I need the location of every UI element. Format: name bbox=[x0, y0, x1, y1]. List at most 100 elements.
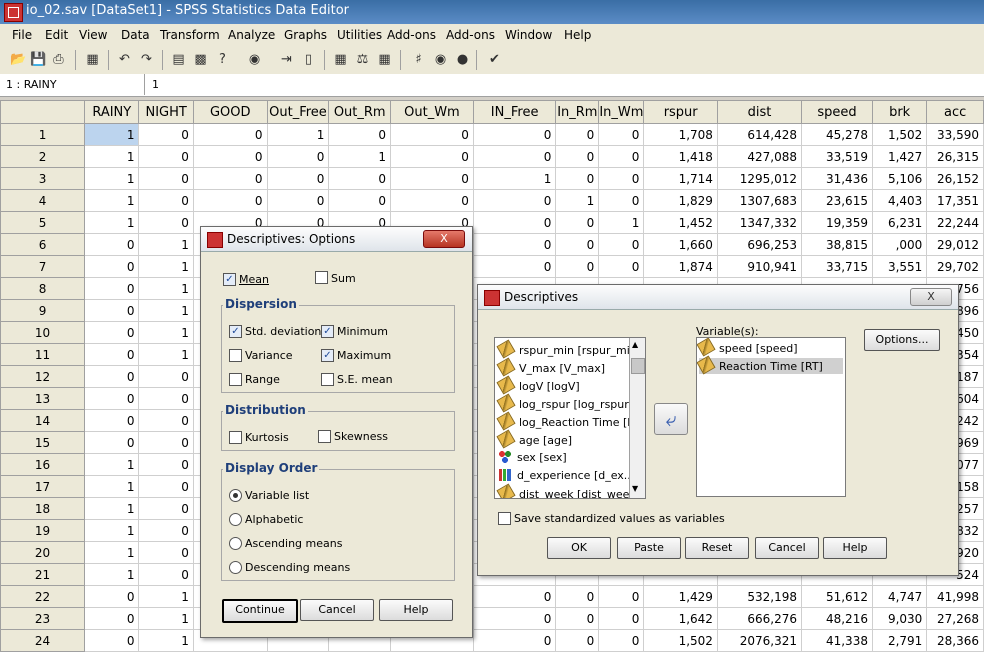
row-number[interactable]: 13 bbox=[0, 387, 86, 410]
column-header[interactable]: RAINY bbox=[84, 100, 140, 124]
data-cell[interactable]: 0 bbox=[84, 343, 140, 366]
data-cell[interactable]: 1 bbox=[84, 519, 140, 542]
data-cell[interactable]: 1 bbox=[138, 277, 194, 300]
data-cell[interactable]: 1,429 bbox=[643, 585, 718, 608]
minimum-checkbox[interactable]: ✓ bbox=[321, 325, 334, 338]
data-cell[interactable]: 1 bbox=[84, 475, 140, 498]
goto-case-icon[interactable]: ▤ bbox=[170, 51, 187, 68]
row-number[interactable]: 8 bbox=[0, 277, 86, 300]
data-cell[interactable]: 0 bbox=[192, 145, 268, 168]
data-cell[interactable]: 0 bbox=[138, 167, 194, 190]
data-cell[interactable]: 0 bbox=[472, 123, 557, 146]
row-number[interactable]: 3 bbox=[0, 167, 86, 190]
column-header[interactable]: IN_Free bbox=[472, 100, 557, 124]
kurtosis-checkbox[interactable] bbox=[229, 431, 242, 444]
data-cell[interactable]: 0 bbox=[472, 629, 557, 652]
row-number[interactable]: 21 bbox=[0, 563, 86, 586]
open-folder-icon[interactable]: 📂 bbox=[10, 51, 27, 68]
data-cell[interactable]: 28,366 bbox=[926, 629, 984, 652]
data-cell[interactable]: 1 bbox=[138, 629, 194, 652]
row-number[interactable]: 1 bbox=[0, 123, 86, 146]
data-cell[interactable]: 1,642 bbox=[643, 607, 718, 630]
data-cell[interactable]: 0 bbox=[390, 123, 474, 146]
options-help-button[interactable]: Help bbox=[379, 599, 453, 621]
data-cell[interactable]: 0 bbox=[598, 123, 645, 146]
data-cell[interactable]: 0 bbox=[555, 607, 600, 630]
data-cell[interactable]: 1 bbox=[138, 321, 194, 344]
data-cell[interactable]: 38,815 bbox=[801, 233, 873, 256]
variables-info-icon[interactable]: ? bbox=[214, 51, 231, 68]
source-variable-item[interactable]: logV [logV] bbox=[496, 375, 580, 395]
insert-variable-icon[interactable]: ▯ bbox=[300, 51, 317, 68]
data-cell[interactable]: 0 bbox=[138, 563, 194, 586]
data-cell[interactable]: 532,198 bbox=[716, 585, 803, 608]
skewness-checkbox[interactable] bbox=[318, 430, 331, 443]
data-cell[interactable]: 910,941 bbox=[716, 255, 803, 278]
order-ascending-radio[interactable] bbox=[229, 537, 242, 550]
data-cell[interactable]: 0 bbox=[138, 519, 194, 542]
row-number[interactable]: 18 bbox=[0, 497, 86, 520]
data-cell[interactable]: 0 bbox=[138, 409, 194, 432]
row-number[interactable]: 9 bbox=[0, 299, 86, 322]
print-icon[interactable]: ⎙ bbox=[50, 51, 67, 68]
source-variable-list[interactable]: rspur_min [rspur_min] V_max [V_max] logV [… bbox=[494, 337, 646, 499]
order-alphabetic-radio[interactable] bbox=[229, 513, 242, 526]
data-cell[interactable]: 1,874 bbox=[643, 255, 718, 278]
maximum-checkbox[interactable]: ✓ bbox=[321, 349, 334, 362]
split-file-icon[interactable]: ▦ bbox=[332, 51, 349, 68]
data-cell[interactable]: 1 bbox=[138, 343, 194, 366]
data-cell[interactable]: 2,791 bbox=[871, 629, 928, 652]
column-header[interactable]: brk bbox=[871, 100, 928, 124]
data-cell[interactable]: 1295,012 bbox=[716, 167, 803, 190]
data-cell[interactable]: 3,551 bbox=[871, 255, 928, 278]
data-cell[interactable]: 9,030 bbox=[871, 607, 928, 630]
goto-variable-icon[interactable]: ▩ bbox=[192, 51, 209, 68]
data-cell[interactable]: 0 bbox=[138, 189, 194, 212]
source-variable-item[interactable]: d_experience [d_ex... bbox=[499, 468, 634, 484]
data-cell[interactable]: 0 bbox=[84, 255, 140, 278]
data-cell[interactable]: 0 bbox=[84, 365, 140, 388]
save-icon[interactable]: 💾 bbox=[30, 51, 47, 68]
data-cell[interactable]: 5,106 bbox=[871, 167, 928, 190]
data-cell[interactable]: 0 bbox=[598, 145, 645, 168]
data-cell[interactable]: 33,715 bbox=[801, 255, 873, 278]
row-number[interactable]: 6 bbox=[0, 233, 86, 256]
data-cell[interactable]: 0 bbox=[138, 541, 194, 564]
data-cell[interactable]: 33,519 bbox=[801, 145, 873, 168]
data-cell[interactable]: 0 bbox=[555, 123, 600, 146]
data-cell[interactable]: 1,708 bbox=[643, 123, 718, 146]
data-cell[interactable]: 0 bbox=[328, 167, 391, 190]
data-cell[interactable]: 0 bbox=[266, 167, 330, 190]
data-cell[interactable]: 45,278 bbox=[801, 123, 873, 146]
data-cell[interactable]: 0 bbox=[266, 145, 330, 168]
source-variable-item[interactable]: log_rspur [log_rspur] bbox=[496, 393, 633, 413]
column-header[interactable]: In_Rm bbox=[555, 100, 600, 124]
data-cell[interactable]: 0 bbox=[84, 409, 140, 432]
column-header[interactable]: dist bbox=[716, 100, 803, 124]
data-cell[interactable]: 1,660 bbox=[643, 233, 718, 256]
scroll-up-icon[interactable]: ▲ bbox=[632, 340, 638, 349]
data-cell[interactable]: 1 bbox=[598, 211, 645, 234]
data-cell[interactable]: 1,829 bbox=[643, 189, 718, 212]
spell-check-icon[interactable]: ✔ bbox=[486, 51, 503, 68]
data-cell[interactable]: 41,338 bbox=[801, 629, 873, 652]
data-cell[interactable]: 1 bbox=[84, 123, 140, 146]
show-all-variables-icon[interactable]: ● bbox=[454, 51, 471, 68]
use-sets-icon[interactable]: ◉ bbox=[432, 51, 449, 68]
data-cell[interactable]: 26,152 bbox=[926, 167, 984, 190]
menu-addons-1[interactable]: Add-ons bbox=[387, 28, 436, 42]
data-cell[interactable]: 0 bbox=[138, 431, 194, 454]
data-cell[interactable]: 1 bbox=[138, 607, 194, 630]
std-deviation-checkbox[interactable]: ✓ bbox=[229, 325, 242, 338]
data-cell[interactable]: 0 bbox=[84, 431, 140, 454]
data-cell[interactable]: 1,502 bbox=[643, 629, 718, 652]
scroll-thumb[interactable] bbox=[631, 358, 645, 374]
data-cell[interactable]: 0 bbox=[192, 189, 268, 212]
row-number[interactable]: 2 bbox=[0, 145, 86, 168]
data-cell[interactable]: 23,615 bbox=[801, 189, 873, 212]
source-variable-item[interactable]: dist_week [dist_week] bbox=[496, 483, 640, 498]
data-cell[interactable]: 1 bbox=[84, 541, 140, 564]
source-variable-item[interactable]: log_Reaction Time [l... bbox=[496, 411, 641, 431]
data-cell[interactable]: 0 bbox=[555, 145, 600, 168]
data-cell[interactable]: 0 bbox=[84, 299, 140, 322]
